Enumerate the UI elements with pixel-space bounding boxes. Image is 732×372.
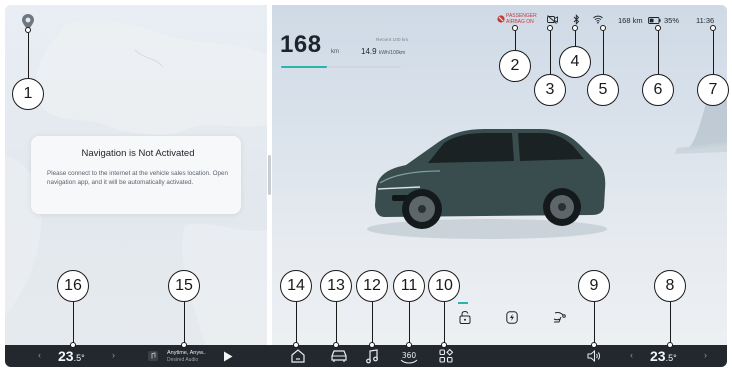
- nav-card-message: Please connect to the internet at the ve…: [47, 170, 228, 186]
- callout-10: 10: [428, 270, 460, 302]
- callout-9-line: [594, 302, 595, 343]
- callout-2-line: [515, 31, 516, 50]
- callout-8: 8: [654, 270, 686, 302]
- vehicle-image: [367, 129, 607, 239]
- consumption-number: 14.9: [361, 47, 377, 56]
- status-battery-percent: 35%: [664, 16, 680, 25]
- range-progress-fill: [281, 66, 327, 68]
- callout-2: 2: [499, 50, 531, 82]
- volume-icon[interactable]: [587, 350, 601, 362]
- temp-left-value: 23: [58, 348, 74, 364]
- callout-11-line: [409, 302, 410, 343]
- callout-1: 1: [12, 78, 44, 110]
- callout-10-dot: [441, 342, 447, 348]
- callout-15-dot: [181, 342, 187, 348]
- media-track-title[interactable]: Anytime, Anyw..: [167, 350, 206, 356]
- wifi-icon[interactable]: [593, 15, 603, 24]
- callout-7-line: [713, 31, 714, 74]
- temp-right-value: 23: [650, 348, 666, 364]
- background-plane-image: [675, 100, 727, 154]
- callout-16: 16: [57, 270, 89, 302]
- music-note-icon: [148, 351, 158, 361]
- infotainment-screen: Navigation is Not Activated Please conne…: [5, 5, 727, 367]
- callout-5: 5: [587, 74, 619, 106]
- temp-left-display[interactable]: 23.5°: [58, 348, 85, 364]
- consumption-value: 14.9 kWh/100km: [361, 47, 405, 56]
- callout-16-dot: [70, 342, 76, 348]
- callout-12: 12: [356, 270, 388, 302]
- callout-15: 15: [168, 270, 200, 302]
- airbag-warning-icon: [497, 15, 505, 23]
- callout-9: 9: [578, 270, 610, 302]
- callout-11-dot: [406, 342, 412, 348]
- range-unit: km: [331, 49, 339, 55]
- camera-360-label: 360: [402, 351, 417, 360]
- temp-right-decimal: .5°: [665, 353, 677, 363]
- callout-15-line: [184, 302, 185, 343]
- callout-14-dot: [293, 342, 299, 348]
- callout-7: 7: [697, 74, 729, 106]
- panel-resize-handle[interactable]: [268, 155, 271, 195]
- temp-left-decrease-button[interactable]: ‹: [38, 350, 41, 360]
- temp-right-increase-button[interactable]: ›: [704, 350, 707, 360]
- callout-6: 6: [642, 74, 674, 106]
- temp-right-decrease-button[interactable]: ‹: [630, 350, 633, 360]
- range-progress-bar: [281, 66, 401, 68]
- callout-13-line: [336, 302, 337, 343]
- bluetooth-icon[interactable]: [573, 14, 580, 25]
- callout-14: 14: [280, 270, 312, 302]
- callout-12-line: [372, 302, 373, 343]
- status-range: 168 km: [618, 16, 643, 25]
- music-icon[interactable]: [364, 348, 380, 364]
- status-bar: PASSENGER AIRBAG ON 168 km 35% 11:36: [497, 11, 723, 33]
- battery-icon: [648, 17, 661, 24]
- status-clock: 11:36: [696, 16, 715, 25]
- map-panel[interactable]: Navigation is Not Activated Please conne…: [5, 5, 267, 345]
- media-source: Desired Audio: [167, 357, 199, 363]
- bottom-dock: ‹ 23.5° › Anytime, Anyw.. Desired Audio: [5, 345, 727, 367]
- vehicle-icon[interactable]: [330, 348, 348, 364]
- temp-right-display[interactable]: 23.5°: [650, 348, 677, 364]
- temp-left-decimal: .5°: [73, 353, 85, 363]
- apps-grid-icon[interactable]: [438, 348, 454, 364]
- callout-6-line: [658, 31, 659, 74]
- nav-card-title: Navigation is Not Activated: [81, 148, 195, 159]
- callout-3: 3: [534, 74, 566, 106]
- charge-port-icon[interactable]: [506, 311, 518, 324]
- callout-8-line: [670, 302, 671, 343]
- temp-left-increase-button[interactable]: ›: [112, 350, 115, 360]
- callout-16-line: [73, 302, 74, 343]
- home-icon[interactable]: [290, 348, 306, 364]
- callout-4: 4: [559, 46, 591, 78]
- callout-4-line: [575, 31, 576, 46]
- callout-13: 13: [320, 270, 352, 302]
- navigation-not-activated-card: Navigation is Not Activated Please conne…: [31, 136, 241, 214]
- play-button-icon[interactable]: [223, 351, 233, 362]
- callout-11: 11: [393, 270, 425, 302]
- seat-adjust-icon[interactable]: [553, 311, 567, 324]
- camera-off-icon[interactable]: [547, 15, 558, 24]
- camera-360-icon[interactable]: 360: [398, 348, 420, 366]
- callout-14-line: [296, 302, 297, 343]
- callout-8-dot: [667, 342, 673, 348]
- range-value: 168: [280, 31, 322, 58]
- callout-9-dot: [591, 342, 597, 348]
- callout-5-line: [603, 31, 604, 74]
- callout-10-line: [444, 302, 445, 343]
- callout-12-dot: [369, 342, 375, 348]
- consumption-label: Recent 100 km: [376, 38, 409, 43]
- quick-tab-indicator: [458, 302, 468, 304]
- callout-1-line: [28, 33, 29, 78]
- callout-13-dot: [333, 342, 339, 348]
- consumption-unit: kWh/100km: [378, 50, 406, 56]
- unlock-icon[interactable]: [459, 311, 471, 324]
- callout-3-line: [550, 31, 551, 74]
